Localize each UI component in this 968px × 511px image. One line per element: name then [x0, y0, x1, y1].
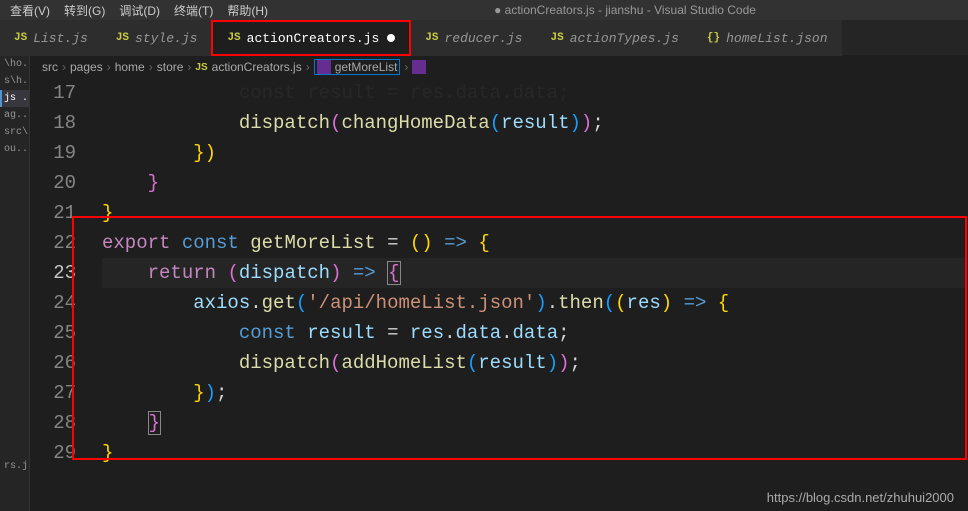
file-icon: JS — [227, 32, 240, 44]
breadcrumb-file[interactable]: JSactionCreators.js — [195, 60, 301, 74]
code-line[interactable]: } — [102, 438, 968, 468]
tab[interactable]: {} homeList.json — [693, 20, 842, 56]
tab[interactable]: JS actionTypes.js — [536, 20, 692, 56]
line-number: 28 — [30, 408, 76, 438]
watermark: https://blog.csdn.net/zhuhui2000 — [767, 490, 954, 505]
file-icon: JS — [14, 32, 27, 44]
tab-label: List.js — [33, 31, 88, 46]
tab-label: reducer.js — [444, 31, 522, 46]
code-line[interactable]: } — [102, 408, 968, 438]
menu-item[interactable]: 查看(V) — [10, 4, 50, 18]
open-editors-sidebar: \ho...s\h...js ...ag...src\...ou... rs.j… — [0, 56, 30, 511]
code-line[interactable]: } — [102, 168, 968, 198]
code-line[interactable]: return (dispatch) => { — [102, 258, 968, 288]
line-number: 27 — [30, 378, 76, 408]
tab-label: homeList.json — [726, 31, 827, 46]
breadcrumb-symbol[interactable]: getMoreList — [314, 59, 401, 75]
code-line[interactable]: axios.get('/api/homeList.json').then((re… — [102, 288, 968, 318]
line-number: 21 — [30, 198, 76, 228]
code-line[interactable]: const result = res.data.data; — [102, 78, 968, 108]
tab[interactable]: JS actionCreators.js — [211, 20, 411, 56]
breadcrumb-item[interactable]: src — [42, 60, 58, 74]
sidebar-item[interactable]: ou... — [0, 141, 29, 158]
line-number: 24 — [30, 288, 76, 318]
method-icon — [317, 60, 331, 74]
chevron-icon: › — [306, 60, 310, 74]
line-number: 29 — [30, 438, 76, 468]
code-line[interactable]: } — [102, 198, 968, 228]
line-number: 18 — [30, 108, 76, 138]
tab-label: style.js — [135, 31, 197, 46]
file-icon: {} — [707, 32, 720, 44]
menu-bar: 查看(V) 转到(G) 调试(D) 终端(T) 帮助(H) ● actionCreato… — [0, 0, 968, 20]
file-icon: JS — [550, 32, 563, 44]
chevron-icon: › — [62, 60, 66, 74]
sidebar-item[interactable]: src\... — [0, 124, 29, 141]
code-line[interactable]: dispatch(addHomeList(result)); — [102, 348, 968, 378]
sidebar-item[interactable]: js ... — [0, 90, 29, 107]
window-title: ● actionCreators.js - jianshu - Visual S… — [282, 3, 968, 17]
tab[interactable]: JS reducer.js — [411, 20, 536, 56]
dirty-indicator — [387, 34, 395, 42]
line-number: 19 — [30, 138, 76, 168]
method-icon — [412, 60, 426, 74]
editor[interactable]: 17181920212223242526272829 const result … — [30, 78, 968, 511]
line-number: 20 — [30, 168, 76, 198]
code-line[interactable]: const result = res.data.data; — [102, 318, 968, 348]
chevron-icon: › — [187, 60, 191, 74]
breadcrumb[interactable]: src›pages›home›store›JSactionCreators.js… — [30, 56, 968, 78]
tab-bar: JSList.jsJSstyle.jsJSactionCreators.jsJS… — [0, 20, 968, 56]
sidebar-item[interactable]: ag... — [0, 107, 29, 124]
menu-item[interactable]: 帮助(H) — [227, 4, 268, 18]
chevron-icon: › — [404, 60, 408, 74]
file-icon: JS — [425, 32, 438, 44]
file-icon: JS — [195, 62, 207, 73]
menu-item[interactable]: 转到(G) — [64, 4, 105, 18]
file-icon: JS — [116, 32, 129, 44]
breadcrumb-item[interactable]: store — [157, 60, 184, 74]
chevron-icon: › — [149, 60, 153, 74]
breadcrumb-symbol[interactable] — [412, 60, 430, 74]
sidebar-item[interactable]: s\h... — [0, 73, 29, 90]
line-number: 23 — [30, 258, 76, 288]
chevron-icon: › — [107, 60, 111, 74]
line-number: 26 — [30, 348, 76, 378]
tab-label: actionCreators.js — [247, 31, 380, 46]
code-line[interactable]: }); — [102, 378, 968, 408]
menu-item[interactable]: 终端(T) — [174, 4, 213, 18]
line-number-gutter: 17181920212223242526272829 — [30, 78, 102, 511]
breadcrumb-item[interactable]: pages — [70, 60, 103, 74]
code-line[interactable]: export const getMoreList = () => { — [102, 228, 968, 258]
breadcrumb-item[interactable]: home — [115, 60, 145, 74]
code-line[interactable]: dispatch(changHomeData(result)); — [102, 108, 968, 138]
line-number: 22 — [30, 228, 76, 258]
sidebar-item[interactable]: rs.js — [0, 458, 29, 475]
tab-label: actionTypes.js — [570, 31, 679, 46]
tab[interactable]: JS style.js — [102, 20, 212, 56]
line-number: 25 — [30, 318, 76, 348]
tab[interactable]: JS List.js — [0, 20, 102, 56]
sidebar-item[interactable]: \ho... — [0, 56, 29, 73]
menu-item[interactable]: 调试(D) — [119, 4, 160, 18]
code-line[interactable]: }) — [102, 138, 968, 168]
line-number: 17 — [30, 78, 76, 108]
code-area[interactable]: const result = res.data.data; dispatch(c… — [102, 78, 968, 511]
